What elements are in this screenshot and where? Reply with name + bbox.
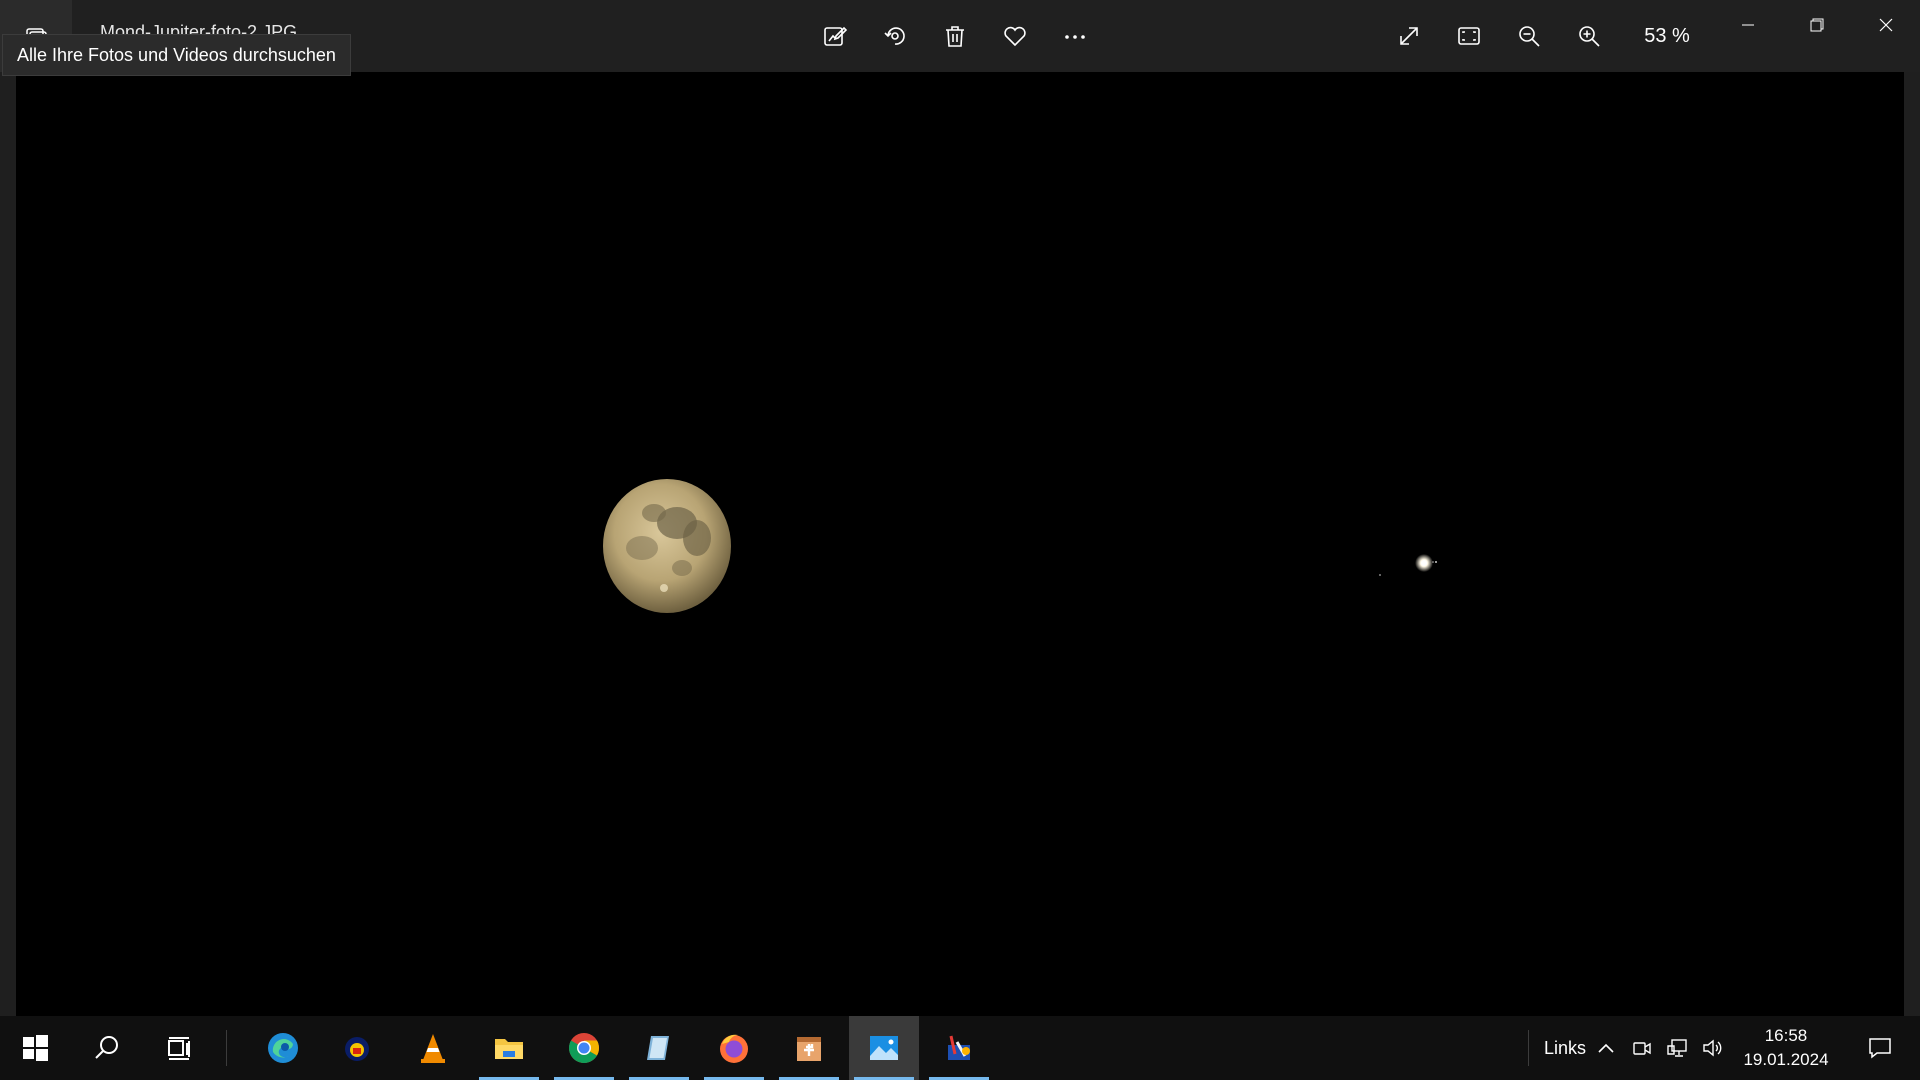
rotate-icon: [884, 27, 905, 45]
jupiter-image: [1379, 554, 1437, 576]
heart-icon: [1004, 26, 1026, 47]
windows-logo-icon: [23, 1035, 48, 1061]
close-icon: [1879, 18, 1892, 32]
taskbar: Links 16:58 19.01.2024: [0, 1016, 1920, 1080]
chrome-icon: [569, 1033, 599, 1064]
expand-icon: [1400, 27, 1418, 45]
title-bar: Mond-Jupiter-foto-2.JPG Alle Ihre Fotos …: [0, 0, 1920, 76]
app-blue-taskbar-button[interactable]: [624, 1016, 694, 1080]
more-button[interactable]: [1050, 11, 1100, 61]
minimize-icon: [1741, 24, 1754, 26]
restore-button[interactable]: [1782, 0, 1851, 50]
window-controls: [1713, 0, 1920, 50]
box-icon: [797, 1037, 821, 1061]
more-dots-icon: [1065, 35, 1085, 39]
photos-icon: [870, 1036, 898, 1060]
minimize-button[interactable]: [1713, 0, 1782, 50]
firefox-icon: [720, 1034, 748, 1063]
notepad-icon: [647, 1036, 669, 1060]
edge-taskbar-button[interactable]: [248, 1016, 318, 1080]
delete-button[interactable]: [930, 11, 980, 61]
close-button[interactable]: [1851, 0, 1920, 50]
clock-time: 16:58: [1764, 1026, 1808, 1045]
notification-icon: [1869, 1038, 1891, 1059]
viewport-right-edge: [1904, 72, 1920, 1016]
vlc-taskbar-button[interactable]: [398, 1016, 468, 1080]
app-yellow-taskbar-button[interactable]: [322, 1016, 392, 1080]
chevron-up-icon: [1598, 1043, 1614, 1053]
trash-icon: [946, 26, 964, 47]
network-icon: [1667, 1039, 1687, 1057]
firefox-taskbar-button[interactable]: [699, 1016, 769, 1080]
edit-image-icon: [824, 26, 848, 46]
clock-date: 19.01.2024: [1743, 1050, 1829, 1069]
fit-window-button[interactable]: [1444, 11, 1494, 61]
taskbar-separator: [226, 1030, 227, 1066]
vlc-icon: [421, 1034, 445, 1063]
app-tools-taskbar-button[interactable]: [924, 1016, 994, 1080]
chrome-taskbar-button[interactable]: [549, 1016, 619, 1080]
rotate-button[interactable]: [870, 11, 920, 61]
tray-chevron-button[interactable]: [1594, 1036, 1618, 1060]
moon-image: [603, 479, 731, 613]
zoom-in-button[interactable]: [1564, 11, 1614, 61]
fullscreen-button[interactable]: [1384, 11, 1434, 61]
task-view-icon: [168, 1037, 190, 1060]
zoom-out-icon: [1519, 26, 1540, 47]
search-icon: [95, 1036, 118, 1059]
app-box-taskbar-button[interactable]: [774, 1016, 844, 1080]
photos-taskbar-button[interactable]: [849, 1016, 919, 1080]
tray-volume-button[interactable]: [1700, 1036, 1724, 1060]
explorer-taskbar-button[interactable]: [474, 1016, 544, 1080]
search-tooltip: Alle Ihre Fotos und Videos durchsuchen: [2, 34, 351, 76]
viewport-left-edge: [0, 72, 16, 1016]
zoom-out-button[interactable]: [1504, 11, 1554, 61]
taskbar-clock[interactable]: 16:58 19.01.2024: [1730, 1024, 1842, 1072]
zoom-level[interactable]: 53 %: [1632, 25, 1702, 48]
tray-links-label[interactable]: Links: [1544, 1016, 1586, 1080]
edge-icon: [268, 1033, 298, 1063]
volume-icon: [1703, 1039, 1722, 1057]
folder-icon: [495, 1039, 523, 1059]
tray-network-button[interactable]: [1665, 1036, 1689, 1060]
start-button[interactable]: [0, 1016, 70, 1080]
tray-meet-button[interactable]: [1630, 1036, 1654, 1060]
tools-icon: [948, 1035, 970, 1060]
action-center-button[interactable]: [1850, 1016, 1910, 1080]
fit-icon: [1458, 27, 1480, 45]
task-view-button[interactable]: [144, 1016, 214, 1080]
app-icon: [345, 1037, 369, 1061]
camera-icon: [1633, 1042, 1651, 1055]
image-viewport[interactable]: [16, 72, 1904, 1016]
zoom-in-icon: [1579, 26, 1600, 47]
view-toolbar: 53 %: [1384, 11, 1702, 61]
restore-icon: [1810, 18, 1823, 32]
toolbar: [810, 11, 1100, 61]
favorite-button[interactable]: [990, 11, 1040, 61]
tray-separator: [1528, 1030, 1529, 1066]
edit-create-button[interactable]: [810, 11, 860, 61]
search-button[interactable]: [72, 1016, 142, 1080]
